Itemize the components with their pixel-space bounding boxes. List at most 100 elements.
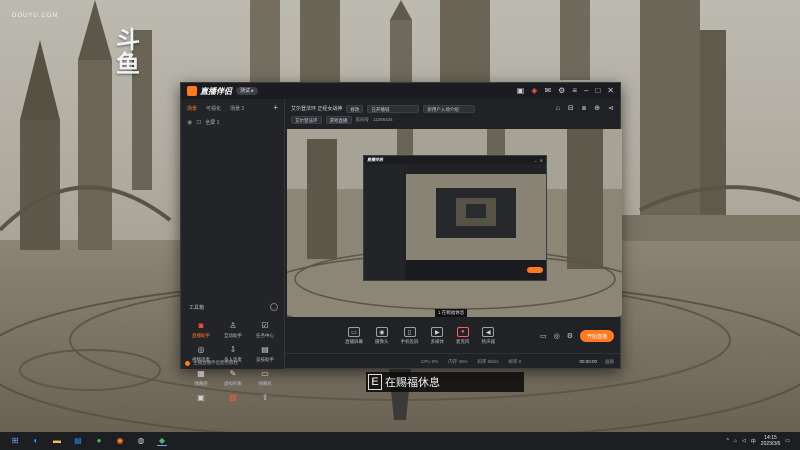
record-screen-icon[interactable]: ⧈ (582, 105, 586, 112)
maximize-icon[interactable]: □ (595, 87, 600, 95)
start-live-button[interactable]: 开始直播 (579, 330, 614, 342)
toolbox-settings-icon[interactable]: … (270, 303, 278, 311)
add-media-source[interactable]: ▶ 多媒体 (431, 327, 444, 345)
category-tag[interactable]: 游戏直播 (325, 115, 352, 124)
file-explorer-icon[interactable]: ▬ (52, 437, 62, 445)
menu-icon[interactable]: ≡ (572, 87, 577, 95)
douyu-watermark: 斗鱼 DOUYU.COM (12, 12, 140, 76)
tutorial-link-text: 主播直播伴侣使用教程 (193, 360, 238, 365)
share-icon[interactable]: ⋖ (608, 105, 614, 112)
gift-icon[interactable]: ◈ (531, 87, 537, 95)
live-streaming-app-window[interactable]: 直播伴侣 测试 ▸ ▣ ◈ ✉ ⚙ ≡ – □ ✕ 场景 可视化 场景 2 + … (180, 82, 622, 402)
microphone-toggle[interactable]: ● 麦克风 (456, 327, 470, 345)
speaker-toggle[interactable]: ◀ 扬声器 (482, 327, 495, 345)
edit-title-button[interactable]: 修改 (346, 104, 364, 113)
nested-brand: 直播伴侣 (367, 157, 383, 162)
app-titlebar[interactable]: 直播伴侣 测试 ▸ ▣ ◈ ✉ ⚙ ≡ – □ ✕ (181, 83, 620, 99)
tray-expand-icon[interactable]: ^ (727, 438, 729, 444)
quality-setting[interactable]: 画质 (605, 359, 614, 365)
ime-icon[interactable]: 中 (751, 438, 756, 445)
edge-icon[interactable]: ◐ (31, 437, 41, 445)
video-call-icon: ◎ (197, 345, 205, 354)
trophy-icon: ▤ (261, 345, 269, 354)
tab-scene[interactable]: 场景 (187, 105, 197, 112)
firefox-icon[interactable]: ◉ (115, 437, 125, 445)
tool-task-center[interactable]: ☑ 任务中心 (249, 321, 281, 339)
announcement-field[interactable]: 新用户入场介绍 (423, 104, 476, 113)
tool-fan-assistant[interactable]: ♙ 互动助手 (217, 321, 249, 339)
clock-date: 2023/3/6 (760, 441, 781, 447)
message-icon[interactable]: ✉ (544, 87, 551, 95)
game-app-icon[interactable]: ◆ (157, 436, 167, 446)
download-icon: ⇩ (229, 345, 237, 354)
close-icon[interactable]: ✕ (607, 87, 614, 95)
tool-gift-screen[interactable]: ▭ 弹幕机 (249, 369, 281, 387)
settings-icon[interactable]: ⚙ (558, 87, 565, 95)
info-dot-icon (185, 360, 190, 366)
tab-visual[interactable]: 可视化 (206, 105, 221, 112)
memory-usage: 内存 45% (448, 358, 468, 364)
steam-icon[interactable]: ◍ (136, 437, 146, 445)
category-field[interactable]: 已开播城 (367, 104, 420, 113)
lock-icon[interactable]: ⊡ (196, 119, 201, 126)
scene-item-label: 全屏 1 (205, 120, 220, 126)
tool-virtual-image[interactable]: ✎ 虚拟形象 (217, 369, 249, 387)
add-screen-source[interactable]: ▭ 直播屏幕 (345, 327, 363, 345)
wechat-icon[interactable]: ● (94, 437, 104, 445)
start-menu-icon[interactable]: ⊞ (10, 437, 20, 445)
app-brand-name: 直播伴侣 (200, 86, 232, 96)
preview-caption: 1 在赐福休息 (435, 309, 468, 317)
tool-upload[interactable]: ⇪ (249, 393, 281, 403)
task-icon: ☑ (261, 321, 269, 330)
notification-icon[interactable]: ▣ (517, 87, 525, 95)
app-logo-icon (187, 86, 197, 96)
volume-icon[interactable]: ◁ (742, 438, 746, 444)
camera-icon: ◉ (375, 327, 388, 337)
add-phone-cast[interactable]: ▯ 手机投屏 (401, 327, 419, 345)
store-icon[interactable]: ▤ (73, 437, 83, 445)
main-panel: 艾尔登法环 正经女战神 修改 已开播城 新用户入场介绍 ⌂ ⊟ ⧈ ⊕ ⋖ 艾尔… (285, 99, 622, 369)
clock[interactable]: 14:15 2023/3/6 (761, 435, 780, 447)
notification-center-icon[interactable]: ▭ (785, 438, 790, 444)
user-icon: ♙ (229, 321, 237, 330)
game-tag[interactable]: 艾尔登法环 (291, 115, 322, 124)
room-id-value: 11256424 (373, 117, 393, 122)
eye-icon[interactable]: ◉ (187, 119, 192, 126)
tool-danmaku[interactable]: ▦ 弹幕姬 (185, 369, 217, 387)
status-bar: CPU 0% 内存 45% 码率 0kb/s 帧率 0 00:00:00 画质 (285, 353, 620, 369)
add-camera-source[interactable]: ◉ 摄像头 (375, 327, 389, 345)
nested-minimize-icon: – (534, 157, 537, 163)
nested-titlebar: 直播伴侣 – ✕ (364, 156, 546, 164)
preview-eye-icon[interactable]: ◎ (554, 332, 560, 340)
stream-preview[interactable]: 直播伴侣 – ✕ 1 在赐福休息 (287, 129, 622, 317)
key-prompt-badge: E (368, 374, 382, 390)
tool-stream-assistant[interactable]: ◙ 直播助手 (185, 321, 217, 339)
shield-icon[interactable]: ⊕ (594, 105, 600, 112)
nested-bottombar (406, 260, 546, 280)
live-duration: 00:00:00 (579, 358, 597, 364)
nested-live-button (527, 267, 543, 273)
scene-item[interactable]: ◉ ⊡ 全屏 1 (181, 115, 284, 130)
add-scene-icon[interactable]: + (273, 104, 278, 112)
minimize-icon[interactable]: – (584, 87, 588, 95)
record-video-icon[interactable]: ▭ (540, 332, 547, 340)
live-settings-icon[interactable]: ⚙ (567, 332, 573, 340)
lock-room-icon[interactable]: ⊟ (568, 105, 574, 112)
screen-icon: ▭ (261, 369, 269, 378)
gift-box-icon[interactable]: ⌂ (556, 105, 560, 112)
tutorial-link[interactable]: 主播直播伴侣使用教程 (185, 360, 238, 366)
system-tray: ^ ⌂ ◁ 中 14:15 2023/3/6 ▭ (727, 435, 800, 447)
tool-record[interactable]: ▣ (185, 393, 217, 403)
monitor-icon: ▭ (348, 327, 360, 337)
tool-more[interactable]: ▧ (217, 393, 249, 403)
network-icon[interactable]: ⌂ (734, 438, 737, 444)
new-feature-icon: ▧ (229, 393, 237, 402)
scene-sidebar: 场景 可视化 场景 2 + ◉ ⊡ 全屏 1 工具箱 … ◙ 直播助手 ♙ 互动助手… (181, 99, 285, 402)
version-badge[interactable]: 测试 ▸ (236, 87, 258, 95)
nested-close-icon: ✕ (539, 157, 543, 163)
tab-scene-2[interactable]: 场景 2 (230, 105, 244, 112)
phone-icon: ▯ (403, 327, 416, 337)
source-toolbar: ▭ 直播屏幕 ◉ 摄像头 ▯ 手机投屏 ▶ 多媒体 ● 麦克风 ◀ 扬声器 ▭ ◎ ⚙ 开始… (285, 323, 620, 349)
tool-game-assistant[interactable]: ▤ 竞技助手 (249, 345, 281, 363)
avatar-icon: ✎ (229, 369, 237, 378)
